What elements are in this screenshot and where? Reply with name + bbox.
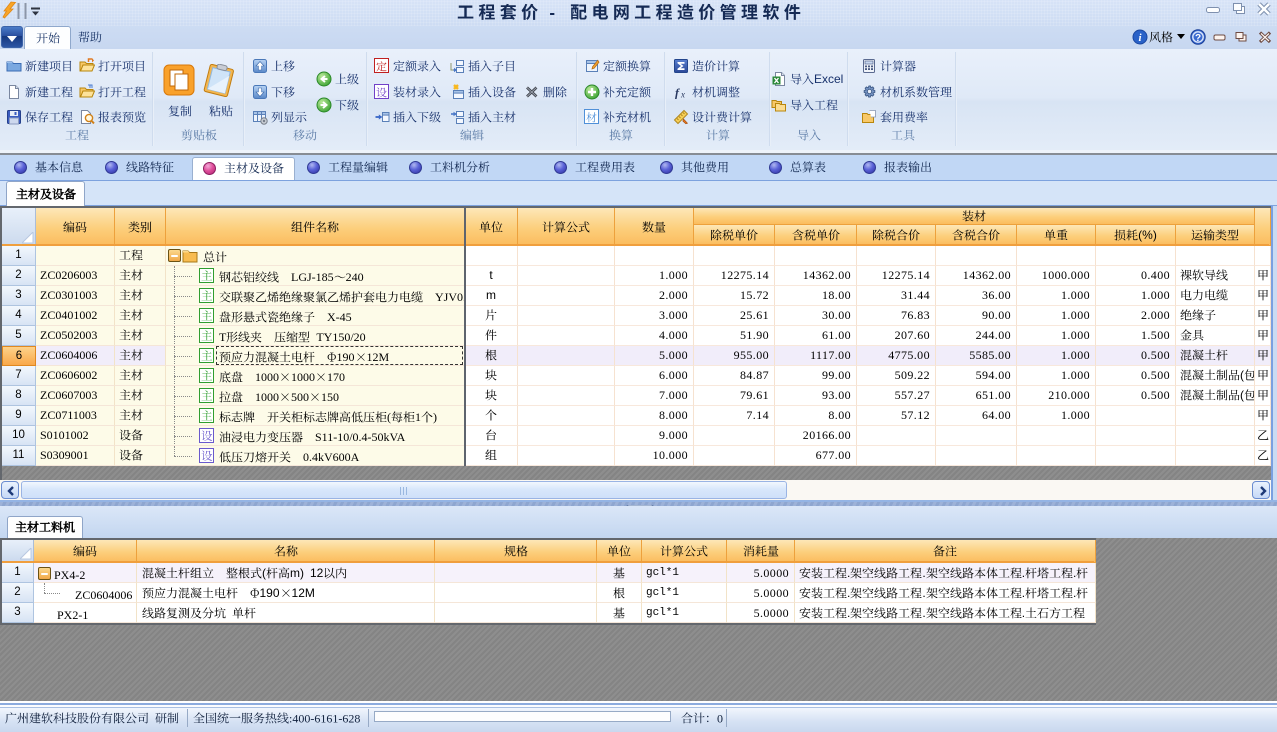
svg-text:?: ? xyxy=(1195,33,1201,44)
svg-text:f: f xyxy=(675,86,680,100)
svg-text:x: x xyxy=(680,90,685,100)
